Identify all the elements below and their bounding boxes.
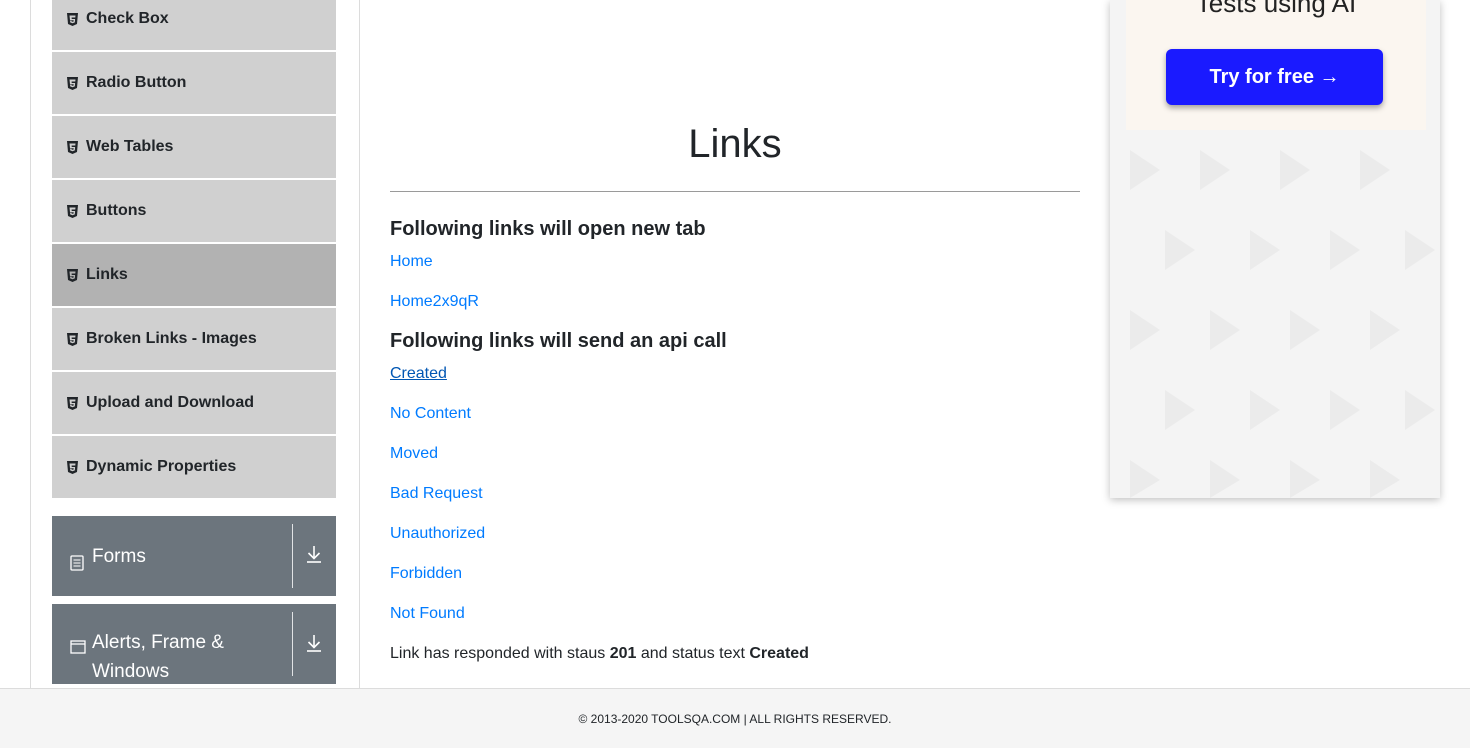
- expand-button[interactable]: [292, 516, 336, 596]
- expand-button[interactable]: [292, 604, 336, 684]
- link-created[interactable]: Created: [390, 365, 447, 383]
- sidebar-item-check-box[interactable]: Check Box: [52, 0, 336, 50]
- response-middle: and status text: [640, 645, 745, 662]
- html5-icon: [66, 140, 78, 154]
- sidebar-item-label: Broken Links - Images: [86, 330, 257, 347]
- link-not-found[interactable]: Not Found: [390, 605, 465, 623]
- sidebar-item-label: Upload and Download: [86, 394, 254, 411]
- link-forbidden[interactable]: Forbidden: [390, 565, 462, 583]
- sidebar-item-label: Buttons: [86, 202, 147, 219]
- ad-banner: Tests using AI Try for free →: [1126, 0, 1426, 130]
- elements-menu-list: Check Box Radio Button Web Tables Button…: [52, 0, 336, 500]
- download-arrow-icon: [306, 545, 322, 568]
- link-home-dynamic[interactable]: Home2x9qR: [390, 293, 479, 311]
- html5-icon: [66, 332, 78, 346]
- document-icon: [70, 551, 86, 571]
- link-no-content[interactable]: No Content: [390, 405, 471, 423]
- ad-heading: Tests using AI: [1195, 0, 1357, 18]
- sidebar-item-radio-button[interactable]: Radio Button: [52, 52, 336, 114]
- sidebar-item-upload-download[interactable]: Upload and Download: [52, 372, 336, 434]
- response-code: 201: [609, 645, 637, 662]
- group-label: Forms: [92, 545, 146, 567]
- sidebar-item-dynamic-properties[interactable]: Dynamic Properties: [52, 436, 336, 498]
- download-arrow-icon: [306, 634, 322, 657]
- group-alerts-frame-windows[interactable]: Alerts, Frame & Windows: [52, 604, 336, 684]
- html5-icon: [66, 204, 78, 218]
- page-title: Links: [688, 122, 782, 166]
- response-text: Created: [749, 645, 809, 662]
- footer: © 2013-2020 TOOLSQA.COM | ALL RIGHTS RES…: [0, 688, 1470, 748]
- sidebar-item-label: Radio Button: [86, 74, 187, 91]
- advertisement[interactable]: Tests using AI Try for free →: [1110, 0, 1440, 498]
- sidebar-item-links[interactable]: Links: [52, 244, 336, 306]
- response-prefix: Link has responded with staus: [390, 645, 606, 662]
- group-label: Alerts, Frame & Windows: [92, 632, 224, 682]
- link-response-message: Link has responded with staus 201 and st…: [390, 645, 809, 663]
- html5-icon: [66, 76, 78, 90]
- footer-copyright: © 2013-2020 TOOLSQA.COM | ALL RIGHTS RES…: [578, 712, 892, 726]
- page: Check Box Radio Button Web Tables Button…: [0, 0, 1470, 748]
- link-unauthorized[interactable]: Unauthorized: [390, 525, 485, 543]
- sidebar-item-label: Web Tables: [86, 138, 174, 155]
- link-bad-request[interactable]: Bad Request: [390, 485, 483, 503]
- html5-icon: [66, 460, 78, 474]
- sidebar-item-web-tables[interactable]: Web Tables: [52, 116, 336, 178]
- html5-icon: [66, 12, 78, 26]
- sidebar-item-label: Dynamic Properties: [86, 458, 237, 475]
- sidebar-item-label: Links: [86, 266, 128, 283]
- section-new-tab-heading: Following links will open new tab: [390, 218, 706, 240]
- section-api-heading: Following links will send an api call: [390, 330, 727, 352]
- link-home[interactable]: Home: [390, 253, 433, 271]
- sidebar-item-buttons[interactable]: Buttons: [52, 180, 336, 242]
- window-icon: [70, 634, 86, 654]
- html5-icon: [66, 396, 78, 410]
- sidebar-item-label: Check Box: [86, 10, 169, 27]
- html5-icon: [66, 268, 78, 282]
- try-for-free-button[interactable]: Try for free →: [1166, 49, 1383, 105]
- group-forms[interactable]: Forms: [52, 516, 336, 596]
- title-divider: [390, 191, 1080, 192]
- sidebar-item-broken-links[interactable]: Broken Links - Images: [52, 308, 336, 370]
- link-moved[interactable]: Moved: [390, 445, 438, 463]
